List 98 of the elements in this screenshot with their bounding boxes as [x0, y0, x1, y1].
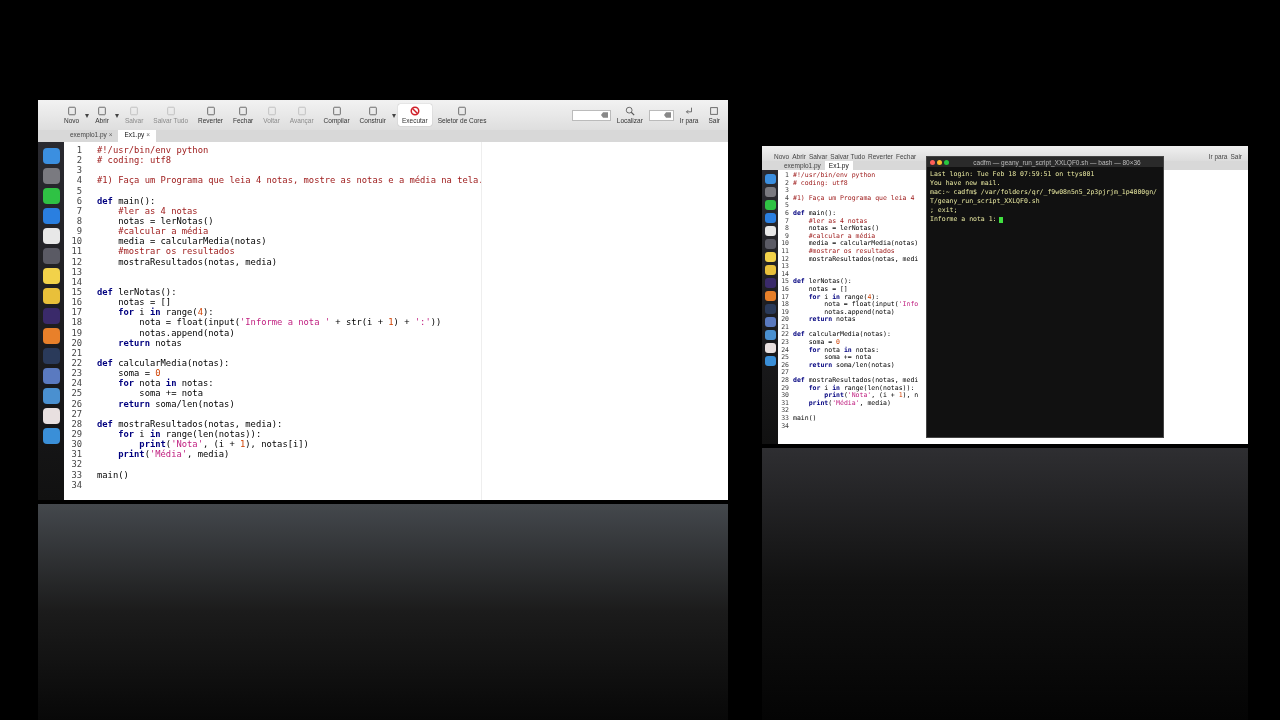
document-icon [266, 106, 277, 116]
app-icon[interactable] [42, 268, 60, 284]
line-number: 22 [70, 357, 82, 369]
app-icon[interactable] [764, 226, 776, 236]
code-line: #!/usr/bin/env python [97, 145, 209, 156]
document-icon [165, 106, 176, 116]
document-icon [367, 106, 378, 116]
line-number: 16 [70, 297, 82, 308]
code-line: # coding: utf8 [97, 155, 172, 166]
line-number: 1 [75, 145, 82, 156]
code-line: def lerNotas(): [97, 286, 177, 298]
document-icon [238, 106, 249, 116]
line-number: 23 [70, 368, 82, 379]
line-number: 17 [70, 307, 82, 318]
code-line: return notas [117, 337, 182, 348]
code-line: mostraResultados(notas, media) [117, 256, 278, 267]
clear-icon [600, 112, 608, 118]
code-line: def main(): [97, 195, 156, 206]
code-line: main() [97, 469, 129, 480]
line-number: 34 [70, 479, 82, 490]
code-line: def calcularMedia(notas): [97, 357, 230, 369]
line-number: 30 [70, 439, 82, 450]
line-number: 26 [70, 398, 82, 409]
code-line: for i in range(4): [117, 307, 214, 318]
line-number: 29 [70, 428, 82, 440]
app-icon[interactable] [764, 200, 776, 210]
search-icon [624, 106, 635, 116]
line-number: 18 [70, 317, 82, 328]
text-cursor [998, 216, 1003, 223]
line-number: 28 [70, 418, 82, 429]
caret-icon[interactable]: ▾ [391, 110, 396, 120]
document-icon [296, 106, 307, 116]
square-icon [709, 106, 720, 116]
line-number: 19 [70, 327, 82, 338]
line-number: 33 [70, 469, 82, 480]
document-icon [97, 106, 108, 116]
code-line: def mostraResultados(notas, media): [97, 418, 283, 429]
code-line: for i in range(len(notas)): [117, 428, 262, 439]
line-number: 8 [75, 216, 82, 227]
app-icon[interactable] [764, 291, 776, 301]
code-line: #mostrar os resultados [117, 246, 235, 257]
line-number: 9 [75, 226, 82, 237]
line-number: 31 [70, 449, 82, 460]
code-line: for nota in notas: [117, 378, 214, 389]
code-line: print('Nota', (i + 1), notas[i]) [139, 439, 309, 450]
line-number: 14 [70, 276, 82, 287]
caret-icon[interactable]: ▾ [114, 110, 119, 120]
code-line: nota = float(input('Informe a nota ' + str(i + 1) + ':')) [138, 317, 442, 328]
caret-icon[interactable]: ▾ [85, 110, 90, 120]
line-number: 21 [70, 347, 82, 358]
line-number: 4 [75, 175, 82, 186]
line-number: 15 [70, 286, 82, 298]
document-icon [66, 106, 77, 116]
app-icon[interactable] [42, 288, 60, 304]
code-line: soma = 0 [117, 368, 161, 379]
code-line: notas = lerNotas() [117, 216, 214, 227]
line-field[interactable] [648, 109, 674, 121]
document-icon [457, 106, 467, 116]
return-arrow-icon [684, 106, 695, 116]
code-line: notas = [] [117, 297, 172, 308]
app-icon[interactable] [42, 188, 60, 204]
line-number: 6 [75, 195, 82, 206]
line-number: 12 [70, 256, 82, 267]
search-field[interactable] [572, 109, 611, 121]
line-number: 20 [70, 337, 82, 348]
app-icon[interactable] [42, 228, 60, 244]
line-number: 11 [70, 246, 82, 257]
code-line: soma += nota [138, 388, 203, 399]
line-number: 32 [70, 459, 82, 470]
app-icon[interactable] [764, 343, 776, 353]
code-line: #calcular a média [117, 226, 209, 237]
app-icon[interactable] [42, 328, 60, 344]
code-line: print('Média', media) [117, 449, 230, 460]
code-line: notas.append(nota) [138, 327, 235, 338]
line-number: 13 [70, 266, 82, 277]
line-number: 10 [70, 236, 82, 247]
document-icon [331, 106, 342, 116]
line-number: 5 [75, 185, 82, 196]
line-number: 24 [70, 378, 82, 389]
stop-icon [409, 106, 420, 116]
app-icon[interactable] [764, 252, 776, 262]
line-number: 7 [75, 205, 82, 216]
line-number: 27 [70, 408, 82, 419]
line-number: 25 [70, 388, 82, 399]
code-line: #ler as 4 notas [117, 205, 198, 216]
line-number: 2 [75, 155, 82, 166]
code-line: media = calcularMedia(notas) [117, 236, 267, 247]
line-number: 3 [75, 165, 82, 176]
app-icon[interactable] [764, 265, 776, 275]
close-button[interactable] [930, 159, 935, 165]
document-icon [129, 106, 140, 116]
code-line: return soma/len(notas) [117, 398, 235, 409]
clear-icon [663, 112, 671, 118]
document-icon [205, 106, 216, 116]
code-line: #1) Faça um Programa que leia 4 notas, mostre as notas e a média na tela. [97, 175, 484, 186]
app-icon[interactable] [42, 408, 60, 424]
minimize-button[interactable] [937, 159, 942, 165]
zoom-button[interactable] [944, 159, 949, 165]
